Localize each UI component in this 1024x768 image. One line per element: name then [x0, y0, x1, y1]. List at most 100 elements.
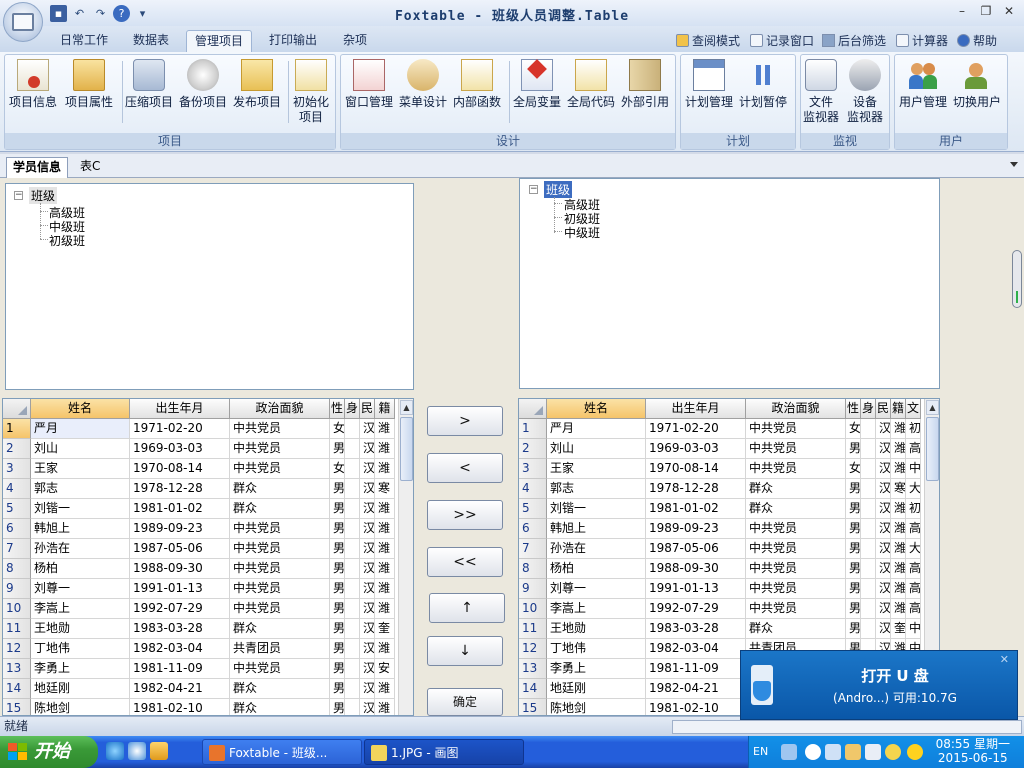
- table-cell[interactable]: 刘山: [547, 439, 646, 459]
- table-cell[interactable]: 汉: [360, 659, 375, 679]
- initialize-project-button[interactable]: 初始化 项目: [293, 59, 329, 125]
- table-cell[interactable]: 1981-11-09: [130, 659, 230, 679]
- table-row[interactable]: 7 孙浩在 1987-05-06 中共党员男汉潍: [3, 539, 395, 559]
- table-row[interactable]: 3 王家 1970-08-14 中共党员女汉潍中: [519, 459, 921, 479]
- table-cell[interactable]: 汉: [360, 619, 375, 639]
- compress-project-button[interactable]: 压缩项目: [125, 59, 173, 110]
- tray-back-icon[interactable]: [805, 744, 821, 760]
- col-header-id[interactable]: 身: [861, 399, 876, 419]
- table-cell[interactable]: 严月: [547, 419, 646, 439]
- scroll-thumb[interactable]: [400, 417, 413, 481]
- table-cell[interactable]: [861, 459, 876, 479]
- col-header-birth[interactable]: 出生年月: [646, 399, 746, 419]
- task-foxtable[interactable]: Foxtable - 班级...: [202, 739, 362, 765]
- table-cell[interactable]: 1982-03-04: [646, 639, 746, 659]
- scroll-thumb[interactable]: [926, 417, 939, 481]
- record-window-tool[interactable]: 记录窗口: [750, 32, 814, 48]
- table-cell[interactable]: [861, 439, 876, 459]
- table-cell[interactable]: 1971-02-20: [646, 419, 746, 439]
- table-cell[interactable]: 刘尊一: [31, 579, 130, 599]
- col-header-id[interactable]: 身: [345, 399, 360, 419]
- table-cell[interactable]: 中共党员: [230, 439, 330, 459]
- row-number[interactable]: 5: [3, 499, 31, 519]
- help-tool[interactable]: 帮助: [957, 32, 997, 48]
- table-cell[interactable]: [861, 419, 876, 439]
- left-grid-scrollbar[interactable]: ▲: [398, 399, 413, 715]
- table-cell[interactable]: [345, 639, 360, 659]
- table-cell[interactable]: 汉: [360, 479, 375, 499]
- table-cell[interactable]: 1992-07-29: [130, 599, 230, 619]
- minimize-button[interactable]: –: [952, 4, 972, 20]
- table-row[interactable]: 12 丁地伟 1982-03-04 共青团员男汉潍: [3, 639, 395, 659]
- table-cell[interactable]: 汉: [876, 519, 891, 539]
- table-cell[interactable]: 李嵩上: [31, 599, 130, 619]
- table-cell[interactable]: 地廷刚: [31, 679, 130, 699]
- table-cell[interactable]: 男: [330, 579, 345, 599]
- table-cell[interactable]: 潍: [375, 579, 395, 599]
- table-cell[interactable]: 汉: [876, 499, 891, 519]
- table-cell[interactable]: 潍: [891, 579, 906, 599]
- table-cell[interactable]: 丁地伟: [31, 639, 130, 659]
- table-cell[interactable]: 中共党员: [230, 459, 330, 479]
- table-row[interactable]: 15 陈地剑 1981-02-10 群众男汉潍: [3, 699, 395, 715]
- tree-root-node[interactable]: 班级: [29, 187, 58, 204]
- table-cell[interactable]: 1989-09-23: [646, 519, 746, 539]
- table-cell[interactable]: 潍: [891, 499, 906, 519]
- global-code-button[interactable]: 全局代码: [567, 59, 615, 110]
- table-cell[interactable]: 潍: [375, 519, 395, 539]
- table-cell[interactable]: 汉: [360, 499, 375, 519]
- table-row[interactable]: 9 刘尊一 1991-01-13 中共党员男汉潍高: [519, 579, 921, 599]
- table-cell[interactable]: 群众: [746, 499, 846, 519]
- row-number[interactable]: 1: [519, 419, 547, 439]
- table-cell[interactable]: [861, 599, 876, 619]
- table-cell[interactable]: 群众: [746, 479, 846, 499]
- table-cell[interactable]: 李勇上: [547, 659, 646, 679]
- table-cell[interactable]: 男: [846, 599, 861, 619]
- tray-user-icon[interactable]: [845, 744, 861, 760]
- row-number[interactable]: 12: [3, 639, 31, 659]
- table-cell[interactable]: 1983-03-28: [646, 619, 746, 639]
- table-cell[interactable]: 奎: [375, 619, 395, 639]
- table-cell[interactable]: 汉: [876, 419, 891, 439]
- table-cell[interactable]: 群众: [230, 499, 330, 519]
- table-cell[interactable]: 潍: [375, 419, 395, 439]
- move-left-button[interactable]: <: [427, 453, 503, 483]
- table-row[interactable]: 14 地廷刚 1982-04-21 群众男汉潍: [3, 679, 395, 699]
- table-cell[interactable]: 1970-08-14: [646, 459, 746, 479]
- table-row[interactable]: 7 孙浩在 1987-05-06 中共党员男汉潍大: [519, 539, 921, 559]
- row-number[interactable]: 9: [519, 579, 547, 599]
- table-cell[interactable]: 潍: [891, 439, 906, 459]
- media-icon[interactable]: [150, 742, 168, 760]
- table-cell[interactable]: 严月: [31, 419, 130, 439]
- global-variable-button[interactable]: 全局变量: [513, 59, 561, 110]
- row-number[interactable]: 13: [3, 659, 31, 679]
- table-cell[interactable]: 汉: [876, 619, 891, 639]
- table-row[interactable]: 8 杨柏 1988-09-30 中共党员男汉潍: [3, 559, 395, 579]
- col-header-education[interactable]: 文: [906, 399, 921, 419]
- table-row[interactable]: 3 王家 1970-08-14 中共党员女汉潍: [3, 459, 395, 479]
- table-cell[interactable]: 丁地伟: [547, 639, 646, 659]
- table-row[interactable]: 11 王地勋 1983-03-28 群众男汉奎: [3, 619, 395, 639]
- table-cell[interactable]: 中共党员: [230, 579, 330, 599]
- table-cell[interactable]: 李嵩上: [547, 599, 646, 619]
- table-cell[interactable]: 群众: [230, 619, 330, 639]
- tab-misc[interactable]: 杂项: [335, 30, 375, 52]
- table-cell[interactable]: 男: [330, 679, 345, 699]
- table-cell[interactable]: [345, 679, 360, 699]
- table-cell[interactable]: 中: [906, 459, 921, 479]
- table-cell[interactable]: 男: [846, 559, 861, 579]
- table-cell[interactable]: 奎: [891, 619, 906, 639]
- table-row[interactable]: 1 严月 1971-02-20 中共党员女汉潍初: [519, 419, 921, 439]
- table-cell[interactable]: 韩旭上: [547, 519, 646, 539]
- table-row[interactable]: 10 李嵩上 1992-07-29 中共党员男汉潍高: [519, 599, 921, 619]
- col-header-native[interactable]: 籍: [375, 399, 395, 419]
- tree-node-beginner[interactable]: 初级班: [49, 232, 85, 249]
- table-cell[interactable]: 潍: [375, 639, 395, 659]
- table-cell[interactable]: [345, 499, 360, 519]
- table-cell[interactable]: 初: [906, 499, 921, 519]
- table-cell[interactable]: 1981-02-10: [646, 699, 746, 715]
- table-cell[interactable]: 1970-08-14: [130, 459, 230, 479]
- table-cell[interactable]: 中共党员: [746, 439, 846, 459]
- table-cell[interactable]: 中共党员: [746, 559, 846, 579]
- col-header-native[interactable]: 籍: [891, 399, 906, 419]
